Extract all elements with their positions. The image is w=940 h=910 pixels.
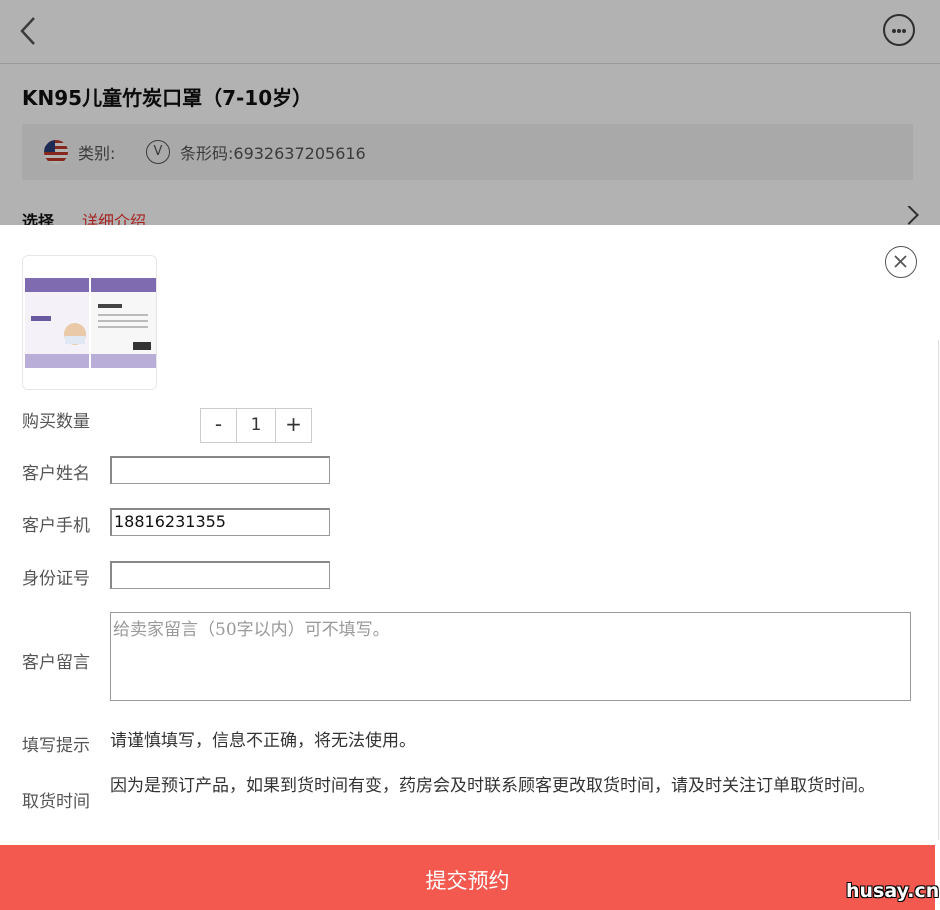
id-label: 身份证号 xyxy=(22,569,90,589)
scrollbar-track xyxy=(938,340,939,840)
name-input[interactable] xyxy=(110,456,330,484)
id-number-input[interactable] xyxy=(110,561,330,589)
modal-overlay[interactable] xyxy=(0,0,940,225)
name-label: 客户姓名 xyxy=(22,464,90,484)
pickup-label: 取货时间 xyxy=(22,792,90,812)
phone-input[interactable]: 18816231355 xyxy=(110,508,330,536)
close-icon xyxy=(894,255,907,268)
watermark: husay.cn xyxy=(846,880,940,902)
phone-label: 客户手机 xyxy=(22,516,90,536)
message-label: 客户留言 xyxy=(22,653,90,673)
quantity-stepper: - 1 + xyxy=(200,408,312,443)
close-button[interactable] xyxy=(885,246,917,278)
hint-text: 请谨慎填写，信息不正确，将无法使用。 xyxy=(110,731,416,751)
product-thumbnail xyxy=(22,255,157,390)
hint-label: 填写提示 xyxy=(22,736,90,756)
quantity-value[interactable]: 1 xyxy=(236,409,276,442)
mask-package-image xyxy=(23,256,156,389)
submit-reservation-button[interactable]: 提交预约 xyxy=(0,845,935,910)
quantity-plus-button[interactable]: + xyxy=(276,409,311,442)
pickup-text: 因为是预订产品，如果到货时间有变，药房会及时联系顾客更改取货时间，请及时关注订单… xyxy=(110,776,875,796)
message-textarea[interactable]: 给卖家留言（50字以内）可不填写。 xyxy=(110,612,911,701)
quantity-label: 购买数量 xyxy=(22,412,90,432)
quantity-minus-button[interactable]: - xyxy=(201,409,236,442)
